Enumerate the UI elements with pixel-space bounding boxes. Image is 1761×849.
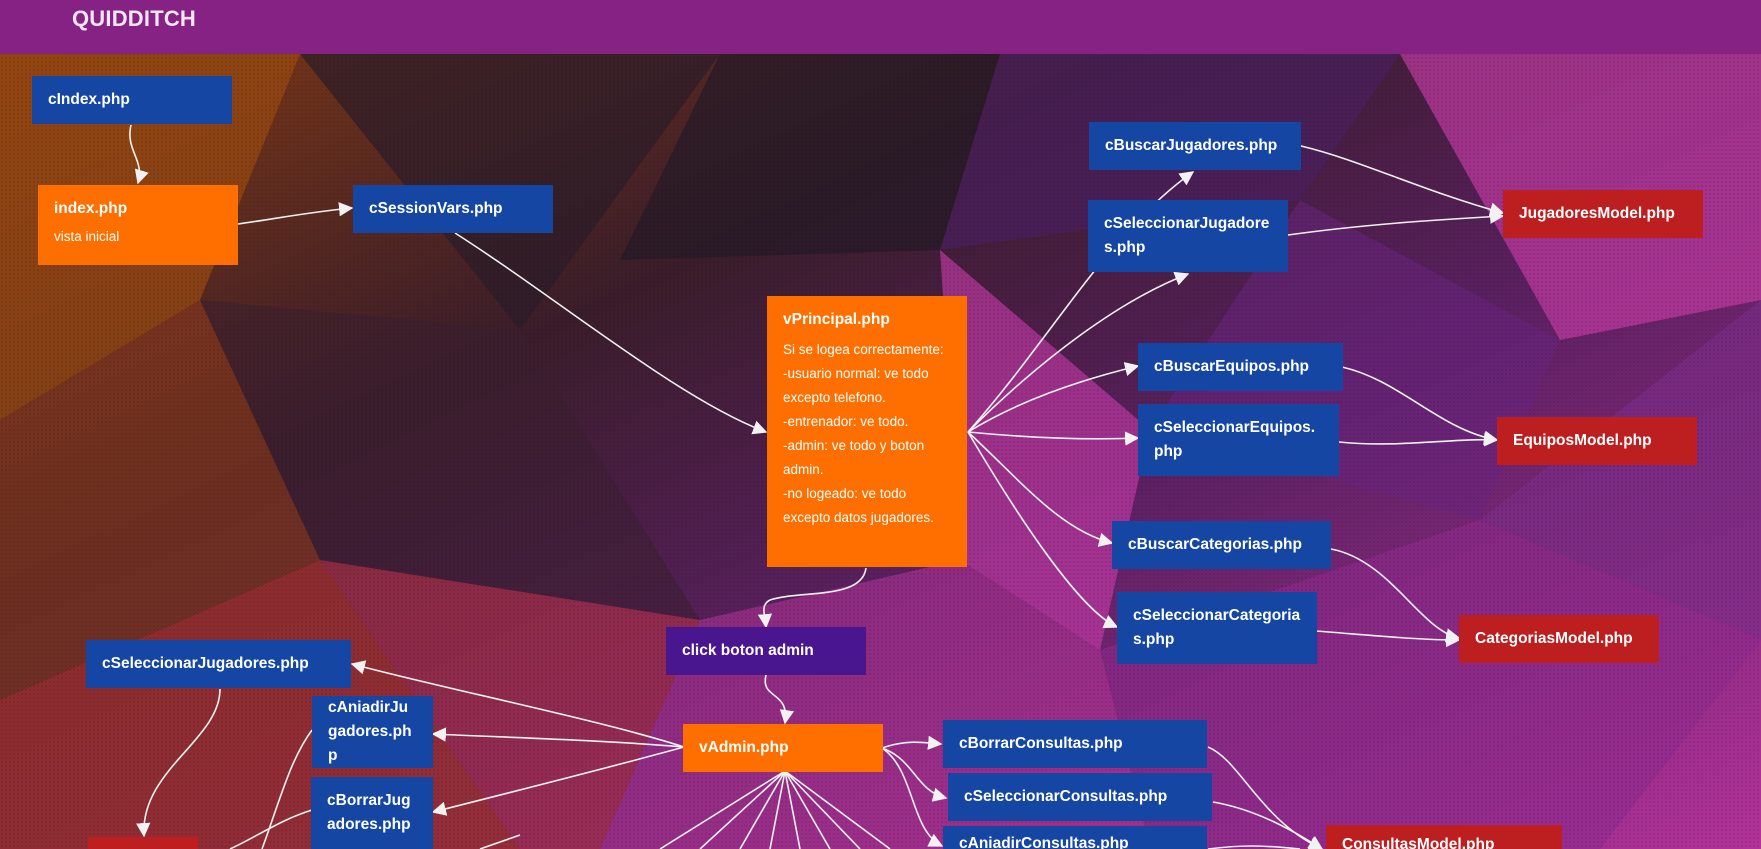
node-cborrarjugadores: cBorrarJugadores.php (311, 777, 433, 849)
node-clickbotonadmin-label: click boton admin (682, 642, 814, 659)
node-consultasmodel: ConsultasModel.php (1326, 825, 1562, 849)
node-equiposmodel-label: EquiposModel.php (1513, 432, 1652, 449)
node-cbuscarjugadores-label: cBuscarJugadores.php (1105, 137, 1278, 154)
node-jugadoresmodel: JugadoresModel.php (1503, 190, 1703, 238)
node-categoriasmodel-label: CategoriasModel.php (1475, 630, 1633, 647)
node-cseleccionarjugadores-a-label: cSeleccionarJugadores.php (1104, 215, 1270, 256)
node-index-note: vista inicial (54, 229, 120, 244)
node-cseleccionarconsultas: cSeleccionarConsultas.php (948, 773, 1212, 821)
node-cbuscarcategorias: cBuscarCategorias.php (1112, 521, 1331, 569)
node-csessionvars-label: cSessionVars.php (369, 200, 503, 217)
node-cindex-label: cIndex.php (48, 91, 130, 108)
node-cseleccionarconsultas-label: cSeleccionarConsultas.php (964, 788, 1168, 805)
node-csessionvars: cSessionVars.php (353, 185, 553, 233)
node-cseleccionarjugadores-a: cSeleccionarJugadores.php (1088, 200, 1288, 272)
node-vadmin-label: vAdmin.php (699, 739, 789, 756)
node-index: index.php vista inicial (38, 185, 238, 265)
node-jugadoresmodel-label: JugadoresModel.php (1519, 205, 1675, 222)
node-partial-model-left (88, 837, 198, 849)
node-caniadirconsultas-label: cAniadirConsultas.php (959, 835, 1129, 849)
node-cborrarconsultas: cBorrarConsultas.php (943, 720, 1207, 768)
node-vprincipal-note: Si se logea correctamente: -usuario norm… (783, 342, 944, 525)
node-caniadirjugadores: cAniadirJugadores.php (312, 696, 433, 768)
node-cborrarconsultas-label: cBorrarConsultas.php (959, 735, 1123, 752)
page-title: QUIDDITCH (72, 6, 197, 31)
node-index-label: index.php (54, 200, 128, 217)
node-cseleccionarcategorias: cSeleccionarCategorias.php (1117, 592, 1317, 664)
node-cseleccionarcategorias-label: cSeleccionarCategorias.php (1133, 607, 1301, 648)
node-cseleccionarjugadores-b: cSeleccionarJugadores.php (86, 640, 351, 688)
node-cbuscarequipos-label: cBuscarEquipos.php (1154, 358, 1310, 375)
node-caniadirjugadores-label: cAniadirJugadores.php (328, 699, 412, 764)
node-caniadirconsultas: cAniadirConsultas.php (943, 826, 1207, 849)
node-cseleccionarequipos: cSeleccionarEquipos.php (1138, 404, 1339, 476)
node-cborrarjugadores-label: cBorrarJugadores.php (327, 792, 411, 833)
node-clickbotonadmin: click boton admin (666, 627, 866, 675)
node-consultasmodel-label: ConsultasModel.php (1342, 836, 1495, 849)
node-equiposmodel: EquiposModel.php (1497, 417, 1697, 465)
node-cseleccionarequipos-label: cSeleccionarEquipos.php (1154, 419, 1316, 460)
node-cseleccionarjugadores-b-label: cSeleccionarJugadores.php (102, 655, 309, 672)
node-cbuscarequipos: cBuscarEquipos.php (1138, 343, 1343, 391)
node-cindex: cIndex.php (32, 76, 232, 124)
node-vprincipal: vPrincipal.php Si se logea correctamente… (767, 296, 967, 567)
node-cbuscarcategorias-label: cBuscarCategorias.php (1128, 536, 1302, 553)
node-categoriasmodel: CategoriasModel.php (1459, 615, 1659, 663)
node-vprincipal-label: vPrincipal.php (783, 311, 890, 328)
node-vadmin: vAdmin.php (683, 724, 883, 772)
node-cbuscarjugadores: cBuscarJugadores.php (1089, 122, 1301, 170)
header-bar: QUIDDITCH (0, 0, 1761, 54)
